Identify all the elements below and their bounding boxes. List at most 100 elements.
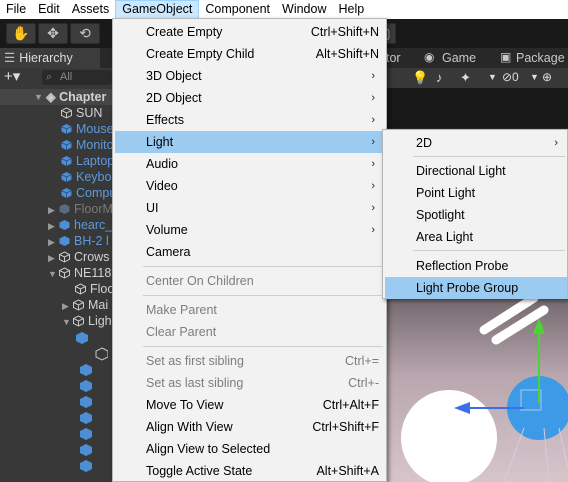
menu-item-toggle-active-state[interactable]: Toggle Active State Alt+Shift+A <box>115 460 384 482</box>
menu-item-spotlight[interactable]: Spotlight <box>385 204 567 226</box>
menu-item-camera[interactable]: Camera <box>115 241 384 263</box>
menu-item-label: 3D Object <box>146 69 202 83</box>
chevron-right-icon: ▶ <box>48 205 55 215</box>
menu-item-reflection-probe[interactable]: Reflection Probe <box>385 255 567 277</box>
menu-item-label: Set as last sibling <box>146 376 244 390</box>
hierarchy-row[interactable]: Laptop <box>0 153 114 169</box>
menu-separator <box>413 250 565 251</box>
menu-separator <box>413 156 565 157</box>
lighting-toggle-icon[interactable]: 💡 <box>412 70 428 86</box>
menu-edit[interactable]: Edit <box>32 0 66 19</box>
gameobject-cube-icon <box>73 315 84 327</box>
menu-window[interactable]: Window <box>276 0 332 19</box>
add-object-button[interactable]: +▾ <box>4 68 20 86</box>
menu-item-set-first-sibling[interactable]: Set as first sibling Ctrl+= <box>115 350 384 372</box>
menu-item-create-empty[interactable]: Create Empty Ctrl+Shift+N <box>115 21 384 43</box>
hierarchy-row[interactable]: Keybo <box>0 169 112 185</box>
scene-row[interactable]: ▼ ◈ Chapter <box>0 89 112 105</box>
audio-toggle-icon[interactable]: ♪ <box>436 70 443 85</box>
game-controller-icon: ◉ <box>424 50 435 64</box>
hierarchy-row[interactable]: ▶ Crows <box>0 249 112 265</box>
tab-game[interactable]: Game <box>442 51 476 65</box>
package-icon: ▣ <box>500 50 512 64</box>
menu-component[interactable]: Component <box>199 0 276 19</box>
tab-scene[interactable]: tor <box>386 51 401 65</box>
menu-item-label: Effects <box>146 113 184 127</box>
hierarchy-row[interactable]: ▶ BH-2 l <box>0 233 112 249</box>
menu-item-shortcut: Ctrl+= <box>344 354 379 368</box>
row-label: Ligh <box>88 314 112 328</box>
menu-item-create-empty-child[interactable]: Create Empty Child Alt+Shift+N <box>115 43 384 65</box>
menu-item-light-probe-group[interactable]: Light Probe Group <box>385 277 567 299</box>
menu-item-2d-object[interactable]: 2D Object › <box>115 87 384 109</box>
menu-assets[interactable]: Assets <box>66 0 116 19</box>
hierarchy-row[interactable]: SUN <box>0 105 112 121</box>
menu-item-directional-light[interactable]: Directional Light <box>385 160 567 182</box>
menu-item-light[interactable]: Light › <box>115 131 384 153</box>
menu-item-align-view-to-selected[interactable]: Align View to Selected <box>115 438 384 460</box>
effects-toggle-icon[interactable]: ✦ <box>460 70 471 86</box>
menu-item-video[interactable]: Video › <box>115 175 384 197</box>
hierarchy-row[interactable]: Floo <box>0 281 114 297</box>
hierarchy-row[interactable]: ▼ Ligh <box>0 313 112 329</box>
gameobject-cube-icon <box>59 251 70 263</box>
menu-item-effects[interactable]: Effects › <box>115 109 384 131</box>
hierarchy-row[interactable]: Monito <box>0 137 114 153</box>
hierarchy-tree: ▼ ◈ Chapter SUN Mouse Monito Laptop Keyb… <box>0 87 116 482</box>
move-tool-icon[interactable]: ✥ <box>38 23 68 44</box>
scene-tab-bar: tor ◉ Game ▣ Package <box>384 48 568 68</box>
menu-item-center-on-children[interactable]: Center On Children <box>115 270 384 292</box>
menu-item-move-to-view[interactable]: Move To View Ctrl+Alt+F <box>115 394 384 416</box>
hierarchy-row[interactable]: ▶ hearc_ <box>0 217 112 233</box>
tab-hierarchy[interactable]: ☰ Hierarchy <box>0 48 100 68</box>
prefab-cube-icon <box>61 156 72 166</box>
menu-item-clear-parent[interactable]: Clear Parent <box>115 321 384 343</box>
hierarchy-search-input[interactable]: ⌕ All <box>42 70 112 85</box>
menu-item-make-parent[interactable]: Make Parent <box>115 299 384 321</box>
menu-item-ui[interactable]: UI › <box>115 197 384 219</box>
hierarchy-row[interactable]: Mouse <box>0 121 114 137</box>
row-label: BH-2 l <box>74 234 109 248</box>
menu-item-label: Set as first sibling <box>146 354 244 368</box>
menu-item-area-light[interactable]: Area Light <box>385 226 567 248</box>
menu-item-label: Toggle Active State <box>146 464 253 478</box>
hidden-objects-icon[interactable]: ⊘0 <box>502 70 519 84</box>
chevron-down-icon: ▼ <box>62 317 71 327</box>
hierarchy-row[interactable]: Compu <box>0 185 116 201</box>
hierarchy-row[interactable]: ▼ NE118 <box>0 265 112 281</box>
gizmos-icon[interactable]: ⊕ <box>542 70 552 84</box>
menu-item-label: Reflection Probe <box>416 259 509 273</box>
row-label: Mouse <box>76 122 114 136</box>
prefab-cube-icon <box>59 236 70 246</box>
rotate-tool-icon[interactable]: ⟲ <box>70 23 100 44</box>
menu-item-point-light[interactable]: Point Light <box>385 182 567 204</box>
menu-item-shortcut: Alt+Shift+N <box>315 47 379 61</box>
chevron-down-icon: ▼ <box>34 92 43 102</box>
menu-gameobject[interactable]: GameObject <box>115 0 200 19</box>
scene-view-top <box>384 88 568 128</box>
hierarchy-toolbar: +▾ ⌕ All <box>0 68 112 87</box>
hand-tool-icon[interactable]: ✋ <box>6 23 36 44</box>
menu-item-label: Video <box>146 179 178 193</box>
chevron-right-icon: › <box>371 136 375 148</box>
menu-item-align-with-view[interactable]: Align With View Ctrl+Shift+F <box>115 416 384 438</box>
menu-item-2d[interactable]: 2D › <box>385 132 567 154</box>
menu-item-label: UI <box>146 201 159 215</box>
menu-item-label: Audio <box>146 157 178 171</box>
menu-item-label: Create Empty Child <box>146 47 255 61</box>
menu-item-set-last-sibling[interactable]: Set as last sibling Ctrl+- <box>115 372 384 394</box>
hierarchy-row[interactable]: ▶ Mai <box>0 297 112 313</box>
menu-item-label: Point Light <box>416 186 476 200</box>
chevron-down-icon[interactable]: ▼ <box>488 72 497 82</box>
menu-item-3d-object[interactable]: 3D Object › <box>115 65 384 87</box>
menu-item-label: Directional Light <box>416 164 506 178</box>
tab-package[interactable]: Package <box>516 51 565 65</box>
menu-file[interactable]: File <box>0 0 32 19</box>
hierarchy-row[interactable]: ▶ FloorM <box>0 201 113 217</box>
chevron-down-icon[interactable]: ▼ <box>530 72 539 82</box>
menu-help[interactable]: Help <box>332 0 370 19</box>
menu-item-audio[interactable]: Audio › <box>115 153 384 175</box>
menu-item-volume[interactable]: Volume › <box>115 219 384 241</box>
gameobject-cube-icon <box>59 267 70 279</box>
gameobject-cube-icon <box>73 299 84 311</box>
